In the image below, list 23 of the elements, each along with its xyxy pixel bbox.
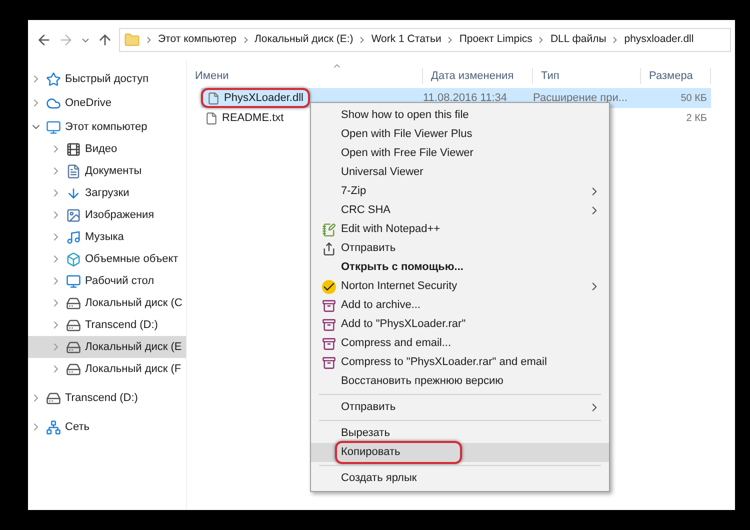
menu-item-label: Open with File Viewer Plus: [341, 127, 472, 142]
menu-item-label: Отправить: [341, 400, 396, 416]
menu-item-label: Open with Free File Viewer: [341, 146, 474, 162]
menu-item-label: Show how to open this file: [341, 108, 469, 124]
menu-item-label: Открыть с помощью...: [341, 260, 464, 276]
file-size: 2 КБ: [685, 112, 708, 126]
menu-item-label: Add to archive...: [341, 298, 420, 314]
menu-item-label: Compress to "PhysXLoader.rar" and email: [341, 355, 547, 370]
menu-item-label: Edit with Notepad++: [341, 222, 440, 238]
menu-item-label: Universal Viewer: [341, 165, 424, 180]
menu-item-label: Создать ярлык: [341, 471, 417, 486]
menu-item-label: 7-Zip: [341, 184, 366, 200]
menu-item-label: Norton Internet Security: [341, 279, 458, 294]
menu-item-label: CRC SHA: [341, 203, 391, 218]
file-date: 11.08.2016 11:34: [423, 90, 508, 106]
menu-item-label: Вырезать: [341, 426, 390, 442]
menu-item-label: Копировать: [335, 441, 462, 464]
menu-item-label: Compress and email...: [341, 336, 452, 352]
menu-item-label: Восстановить прежнюю версию: [341, 374, 504, 390]
menu-item-label: Add to "PhysXLoader.rar": [341, 317, 466, 332]
file-size: 50 КБ: [680, 92, 708, 106]
menu-item-label: Отправить: [341, 241, 396, 256]
file-type: Расширение при...: [533, 90, 629, 106]
